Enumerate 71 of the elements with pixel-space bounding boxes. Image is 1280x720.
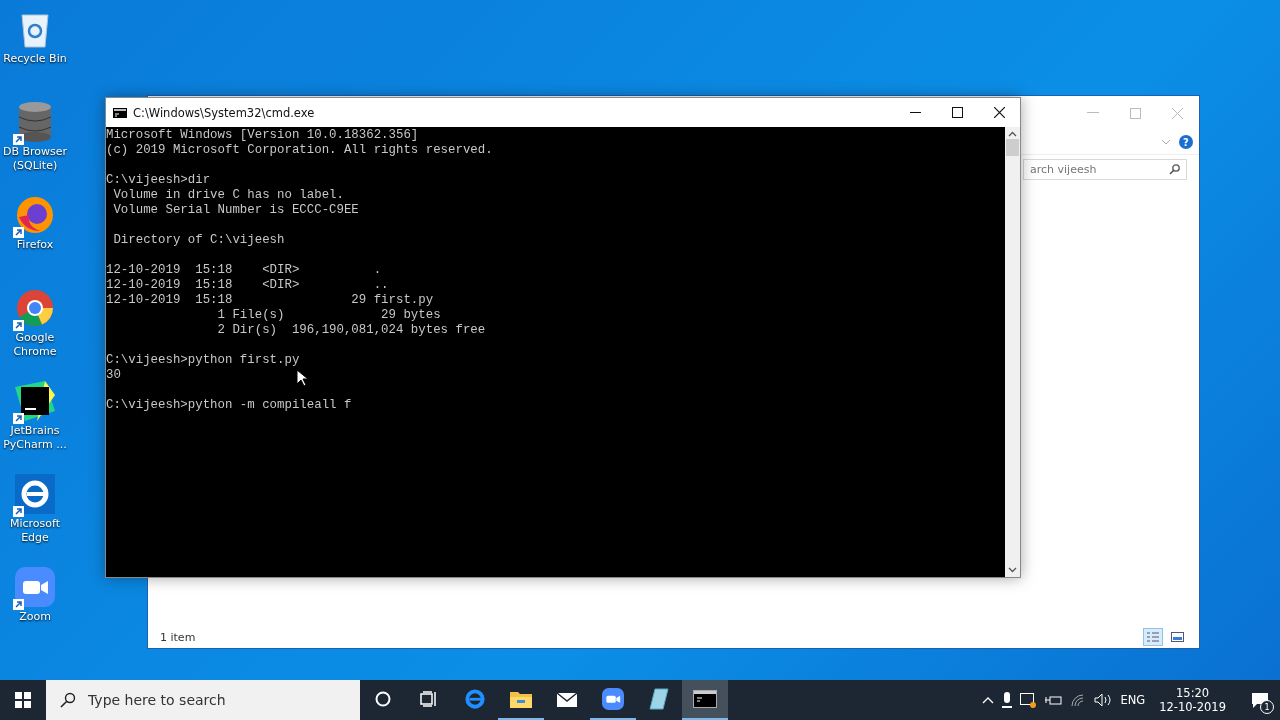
console-line: 12-10-2019 15:18 <DIR> ..: [106, 278, 389, 292]
desktop-icon-label[interactable]: Zoom: [0, 610, 70, 624]
window-title: C:\Windows\System32\cmd.exe: [133, 105, 316, 120]
console-line: Directory of C:\vijeesh: [112, 233, 285, 247]
scrollbar[interactable]: [1005, 127, 1020, 577]
envelope-icon: [556, 690, 578, 708]
browser-circle-icon: [15, 288, 55, 328]
edge-browser-icon: [464, 688, 486, 710]
taskbar-search-field[interactable]: Type here to search: [46, 680, 360, 720]
console-line: 12-10-2019 15:18 <DIR> .: [106, 263, 382, 277]
console-line: Volume in drive C has no label.: [112, 188, 344, 202]
console-line: 30: [106, 368, 121, 382]
close-icon: [993, 107, 1005, 118]
speaker-icon[interactable]: [1094, 693, 1113, 707]
shortcut-arrow-icon: [13, 134, 24, 145]
image-icon: [1170, 632, 1184, 642]
console-line: C:\vijeesh>python -m compileall f: [106, 398, 352, 412]
item-count: 1 item: [160, 630, 196, 644]
desktop-icon-label[interactable]: Firefox: [0, 238, 70, 252]
desktop-icon-label[interactable]: Google Chrome: [0, 331, 70, 359]
list-icon: [1147, 632, 1159, 642]
shortcut-arrow-icon: [13, 413, 24, 424]
console-line: C:\vijeesh>dir: [106, 173, 211, 187]
console-line: C:\vijeesh>python first.py: [106, 353, 300, 367]
folder-icon: [509, 689, 533, 709]
minimize-icon: [909, 112, 921, 113]
task-view-icon: [420, 691, 438, 707]
taskbar-app-button[interactable]: [682, 680, 728, 720]
desktop-icon-label[interactable]: Microsoft Edge: [0, 517, 70, 545]
console-line: Volume Serial Number is ECCC-C9EE: [112, 203, 359, 217]
notification-count: 1: [1260, 700, 1274, 714]
language-indicator[interactable]: ENG: [1120, 693, 1146, 707]
search-field[interactable]: arch vijeesh: [1023, 159, 1187, 180]
shortcut-arrow-icon: [13, 320, 24, 331]
monitor-icon[interactable]: [1020, 692, 1037, 708]
ide-icon: [15, 381, 55, 421]
battery-plug-icon[interactable]: [1044, 694, 1063, 706]
desktop-icon-label[interactable]: DB Browser (SQLite): [0, 145, 70, 173]
edge-browser-icon: [15, 474, 55, 514]
clock[interactable]: 15:20 12-10-2019: [1159, 686, 1226, 714]
mouse-pointer-icon: [296, 369, 308, 387]
microphone-icon[interactable]: [1002, 692, 1013, 708]
database-icon: [17, 101, 53, 143]
windows-logo-icon: [15, 692, 31, 708]
chevron-up-icon[interactable]: [982, 696, 995, 704]
scroll-up-icon[interactable]: [1008, 131, 1017, 137]
video-camera-icon: [602, 688, 624, 710]
console-line: 1 File(s) 29 bytes: [216, 308, 441, 322]
shortcut-arrow-icon: [13, 506, 24, 517]
scroll-thumb[interactable]: [1006, 139, 1019, 156]
shortcut-arrow-icon: [13, 599, 24, 610]
shortcut-arrow-icon: [13, 227, 24, 238]
desktop-icon-label[interactable]: JetBrains PyCharm ...: [0, 424, 70, 452]
terminal-icon: [113, 107, 127, 118]
search-icon: [1169, 164, 1180, 175]
console-line: Microsoft Windows [Version 10.0.18362.356]: [106, 128, 419, 142]
scroll-down-icon[interactable]: [1008, 567, 1017, 573]
desktop-icon-label[interactable]: Recycle Bin: [0, 52, 70, 66]
search-icon: [60, 692, 76, 708]
clock-time: 15:20: [1176, 686, 1210, 700]
clock-date: 12-10-2019: [1159, 700, 1226, 714]
console-line: (c) 2019 Microsoft Corporation. All rights reserved.: [106, 143, 493, 157]
terminal-icon: [693, 690, 717, 708]
console-line: 2 Dir(s) 196,190,081,024 bytes free: [216, 323, 486, 337]
maximize-icon: [951, 107, 963, 118]
help-button[interactable]: ?: [1179, 135, 1193, 149]
notification-button[interactable]: 1: [1240, 680, 1280, 720]
circle-icon: [375, 691, 391, 707]
globe-fox-icon: [15, 195, 55, 235]
video-camera-icon: [15, 567, 55, 607]
console-line: 12-10-2019 15:18 29 first.py: [106, 293, 434, 307]
